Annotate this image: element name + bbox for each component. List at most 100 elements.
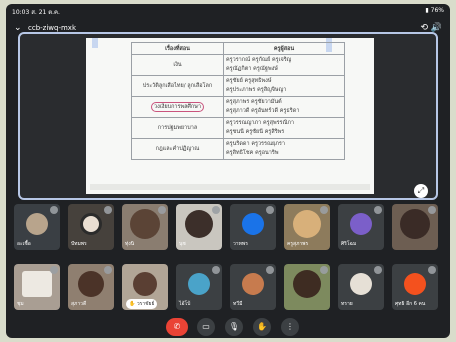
battery-status: ▮ 76% [425,7,444,14]
meeting-code[interactable]: ccb-ziwq-mxk [28,24,76,32]
participant-name: นุช [179,241,186,247]
mic-off-icon [104,266,112,274]
participant-tile[interactable]: วาทพร [230,204,276,250]
mic-off-icon [212,266,220,274]
mic-off-icon [320,206,328,214]
participant-name: ศุทธิ อีก 6 คน [395,301,426,307]
table-row: วงเงียบการพลศึกษา ครูสุภาพร ครูชัยวามันต… [131,96,345,118]
mic-off-icon [320,266,328,274]
header-teachers: ครูผู้สอน [223,42,345,55]
participant-tile[interactable]: ศิริโฉม [338,204,384,250]
end-call-icon[interactable]: ✆ [166,318,188,336]
teachers-cell: ครูวรรณญาภา ครูสุพรรณิกา ครูชนนี ครูชัยน… [223,117,345,139]
teachers-cell: ครูวรากณ์ ครูกัณย์ ครูเจริญ ครูณัฏกิตา ค… [223,54,345,76]
activity-cell: กฎและคำปฏิญาณ [131,138,224,160]
table-row: การปฐมพยาบาล ครูวรรณญาภา ครูสุพรรณิกา คร… [131,117,345,139]
mic-off-icon [266,266,274,274]
mic-off-icon [158,206,166,214]
participant-name: ชุม [17,301,24,307]
time-text: 10:03 [12,9,30,16]
participant-tile[interactable]: ไอ้โบ้ [176,264,222,310]
table-row: กฎและคำปฏิญาณ ครูนริดดา ครูวรรณยุภรา ครู… [131,138,345,160]
raise-hand-icon[interactable]: ✋ [253,318,271,336]
avatar [133,272,157,297]
participant-tile[interactable]: นุช [176,204,222,250]
avatar [350,213,372,236]
status-time: 10:03 ส. 21 ต.ค. [12,7,60,17]
teachers-text: ครูชัยย์ ครูสุทธิพงษ์ ครูประภาพร ครูสิญจ… [226,78,287,93]
avatar [78,271,104,298]
participant-name: ศิริโฉม [341,241,357,247]
meet-app-window: 10:03 ส. 21 ต.ค. ▮ 76% ⌄ ccb-ziwq-mxk ⟲ … [6,4,450,338]
table-row: เงิน ครูวรากณ์ ครูกัณย์ ครูเจริญ ครูณัฏก… [131,54,345,76]
chevron-down-icon[interactable]: ⌄ [14,23,22,33]
participant-tile[interactable] [392,204,438,250]
activity-cell: วงเงียบการพลศึกษา [131,96,224,118]
participant-tile[interactable]: ครูสุภาพร [284,204,330,250]
doc-toolbar-strip [90,184,370,190]
participant-tile[interactable]: สุภาวดี [68,264,114,310]
mic-off-icon [50,206,58,214]
mic-off-icon [428,266,436,274]
participant-tile[interactable]: ศุทธิ อีก 6 คน [392,264,438,310]
video-icon[interactable]: ▭ [197,318,215,336]
header-activity: เรื่องที่สอน [131,42,224,55]
participant-name: ครูสุภาพร [287,241,309,247]
participant-tile[interactable]: ทุ่งนิ [122,204,168,250]
activity-cell: ประวัติลูกเสือไทย/ ลูกเสือโลก [131,75,224,97]
mic-off-icon [212,206,220,214]
avatar [80,213,102,236]
avatar [185,210,213,239]
avatar [404,273,426,296]
teachers-cell: ครูชัยย์ ครูสุทธิพงษ์ ครูประภาพร ครูสิญจ… [223,75,345,97]
participant-name: ทวีมี [233,301,243,307]
schedule-table: เรื่องที่สอน ครูผู้สอน เงิน ครูวรากณ์ คร… [131,42,345,160]
teachers-text: ครูนริดดา ครูวรรณยุภรา ครูสิทธิโชค ครูอน… [226,141,285,156]
avatar [26,213,48,236]
participant-tile[interactable]: อะเชื้อ [14,204,60,250]
participant-tile[interactable]: ปัทมพร [68,204,114,250]
avatar [242,273,264,296]
participant-name: วราชัยย์ [136,301,155,307]
participant-tile[interactable]: ทวีมี [230,264,276,310]
more-vert-icon[interactable]: ⋮ [281,318,299,336]
activity-cell: เงิน [131,54,224,76]
participant-tile[interactable]: ชุม [14,264,60,310]
screen-share-view[interactable]: เรื่องที่สอน ครูผู้สอน เงิน ครูวรากณ์ คร… [18,32,438,200]
avatar [400,209,430,240]
avatar [293,270,321,299]
mic-icon[interactable]: 🎙 [225,318,243,336]
call-controls: ✆ ▭ 🎙 ✋ ⋮ [6,318,450,338]
table-header-row: เรื่องที่สอน ครูผู้สอน [131,42,345,55]
date-text: ส. 21 ต.ค. [31,9,60,16]
mic-off-icon [266,206,274,214]
battery-text: 76% [430,7,444,14]
participant-tile[interactable]: ✋ วราชัยย์ [122,264,168,310]
fullscreen-icon[interactable]: ⤢ [414,184,428,198]
participant-name: ทราย [341,301,353,307]
participant-tile[interactable]: ทราย [338,264,384,310]
participant-tile[interactable] [284,264,330,310]
mic-off-icon [374,206,382,214]
teachers-text: ครูวรรณญาภา ครูสุพรรณิกา ครูชนนี ครูชัยน… [226,120,295,135]
participant-name: ไอ้โบ้ [179,301,191,307]
participant-name: ทุ่งนิ [125,241,135,247]
raised-hand-badge: ✋ วราชัยย์ [126,299,158,309]
avatar [130,209,160,240]
participant-name: ปัทมพร [71,241,87,247]
mic-off-icon [50,266,58,274]
teachers-cell: ครูนริดดา ครูวรรณยุภรา ครูสิทธิโชค ครูอน… [223,138,345,160]
avatar [350,273,372,296]
status-bar: 10:03 ส. 21 ต.ค. ▮ 76% [6,4,450,18]
avatar [293,210,321,239]
mic-off-icon [428,206,436,214]
doc-margin-marker [92,38,98,48]
participant-name: อะเชื้อ [17,241,31,247]
battery-icon: ▮ [425,7,429,14]
mic-off-icon [374,266,382,274]
shared-document: เรื่องที่สอน ครูผู้สอน เงิน ครูวรากณ์ คร… [86,38,374,194]
avatar [188,273,210,296]
activity-cell: การปฐมพยาบาล [131,117,224,139]
teachers-cell: ครูสุภาพร ครูชัยวามันต์ ครูสุภาวดี ครูอั… [223,96,345,118]
circled-annotation: วงเงียบการพลศึกษา [151,102,204,112]
